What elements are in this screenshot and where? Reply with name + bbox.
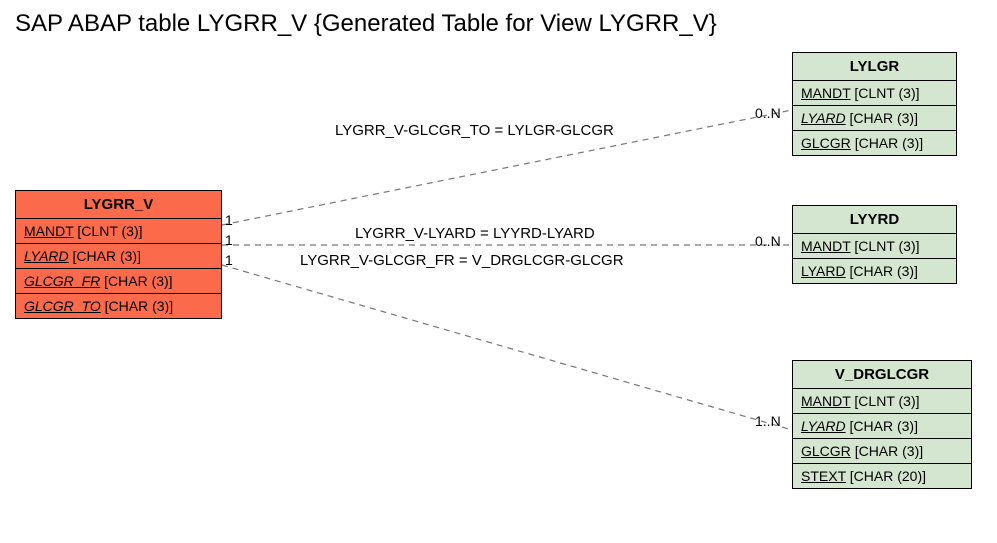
entity-lyyrd: LYYRD MANDT [CLNT (3)] LYARD [CHAR (3)] <box>792 205 957 284</box>
entity-header: LYLGR <box>793 53 956 81</box>
field-row: MANDT [CLNT (3)] <box>793 234 956 259</box>
field-name: LYARD <box>801 110 846 126</box>
field-row: LYARD [CHAR (3)] <box>793 259 956 283</box>
field-name: LYARD <box>24 248 69 264</box>
field-type: [CHAR (3)] <box>850 110 918 126</box>
field-row: GLCGR_FR [CHAR (3)] <box>16 269 221 294</box>
field-type: [CHAR (3)] <box>850 263 918 279</box>
cardinality-right-3: 1..N <box>755 413 781 429</box>
field-row: MANDT [CLNT (3)] <box>793 81 956 106</box>
field-name: MANDT <box>801 393 851 409</box>
field-row: STEXT [CHAR (20)] <box>793 464 971 488</box>
relation-label-1: LYGRR_V-GLCGR_TO = LYLGR-GLCGR <box>335 122 614 139</box>
field-name: GLCGR <box>801 135 851 151</box>
field-type: [CHAR (3)] <box>104 273 172 289</box>
field-type: [CHAR (20)] <box>850 468 926 484</box>
entity-header: LYYRD <box>793 206 956 234</box>
field-type: [CLNT (3)] <box>854 393 919 409</box>
field-type: [CLNT (3)] <box>854 238 919 254</box>
cardinality-left-3: 1 <box>225 252 233 268</box>
field-name: GLCGR_FR <box>24 273 100 289</box>
field-type: [CHAR (3)] <box>73 248 141 264</box>
field-name: MANDT <box>801 85 851 101</box>
cardinality-right-2: 0..N <box>755 233 781 249</box>
entity-lylgr: LYLGR MANDT [CLNT (3)] LYARD [CHAR (3)] … <box>792 52 957 156</box>
cardinality-left-2: 1 <box>225 232 233 248</box>
entity-vdrglcgr: V_DRGLCGR MANDT [CLNT (3)] LYARD [CHAR (… <box>792 360 972 489</box>
field-type: [CLNT (3)] <box>77 223 142 239</box>
cardinality-left-1: 1 <box>225 212 233 228</box>
field-type: [CHAR (3)] <box>855 443 923 459</box>
field-name: GLCGR <box>801 443 851 459</box>
field-type: [CHAR (3)] <box>850 418 918 434</box>
field-name: MANDT <box>801 238 851 254</box>
cardinality-right-1: 0..N <box>755 105 781 121</box>
page-title: SAP ABAP table LYGRR_V {Generated Table … <box>15 10 717 38</box>
field-row: GLCGR [CHAR (3)] <box>793 131 956 155</box>
field-name: LYARD <box>801 418 846 434</box>
field-row: GLCGR [CHAR (3)] <box>793 439 971 464</box>
field-name: STEXT <box>801 468 846 484</box>
field-row: GLCGR_TO [CHAR (3)] <box>16 294 221 318</box>
field-type: [CLNT (3)] <box>854 85 919 101</box>
entity-header: LYGRR_V <box>16 191 221 219</box>
entity-lygrr-v: LYGRR_V MANDT [CLNT (3)] LYARD [CHAR (3)… <box>15 190 222 319</box>
field-type: [CHAR (3)] <box>105 298 173 314</box>
field-row: LYARD [CHAR (3)] <box>793 414 971 439</box>
field-row: MANDT [CLNT (3)] <box>16 219 221 244</box>
field-row: MANDT [CLNT (3)] <box>793 389 971 414</box>
field-name: GLCGR_TO <box>24 298 101 314</box>
relation-label-3: LYGRR_V-GLCGR_FR = V_DRGLCGR-GLCGR <box>300 252 624 269</box>
field-row: LYARD [CHAR (3)] <box>16 244 221 269</box>
entity-header: V_DRGLCGR <box>793 361 971 389</box>
field-row: LYARD [CHAR (3)] <box>793 106 956 131</box>
relation-label-2: LYGRR_V-LYARD = LYYRD-LYARD <box>355 225 595 242</box>
field-name: MANDT <box>24 223 74 239</box>
field-type: [CHAR (3)] <box>855 135 923 151</box>
field-name: LYARD <box>801 263 846 279</box>
